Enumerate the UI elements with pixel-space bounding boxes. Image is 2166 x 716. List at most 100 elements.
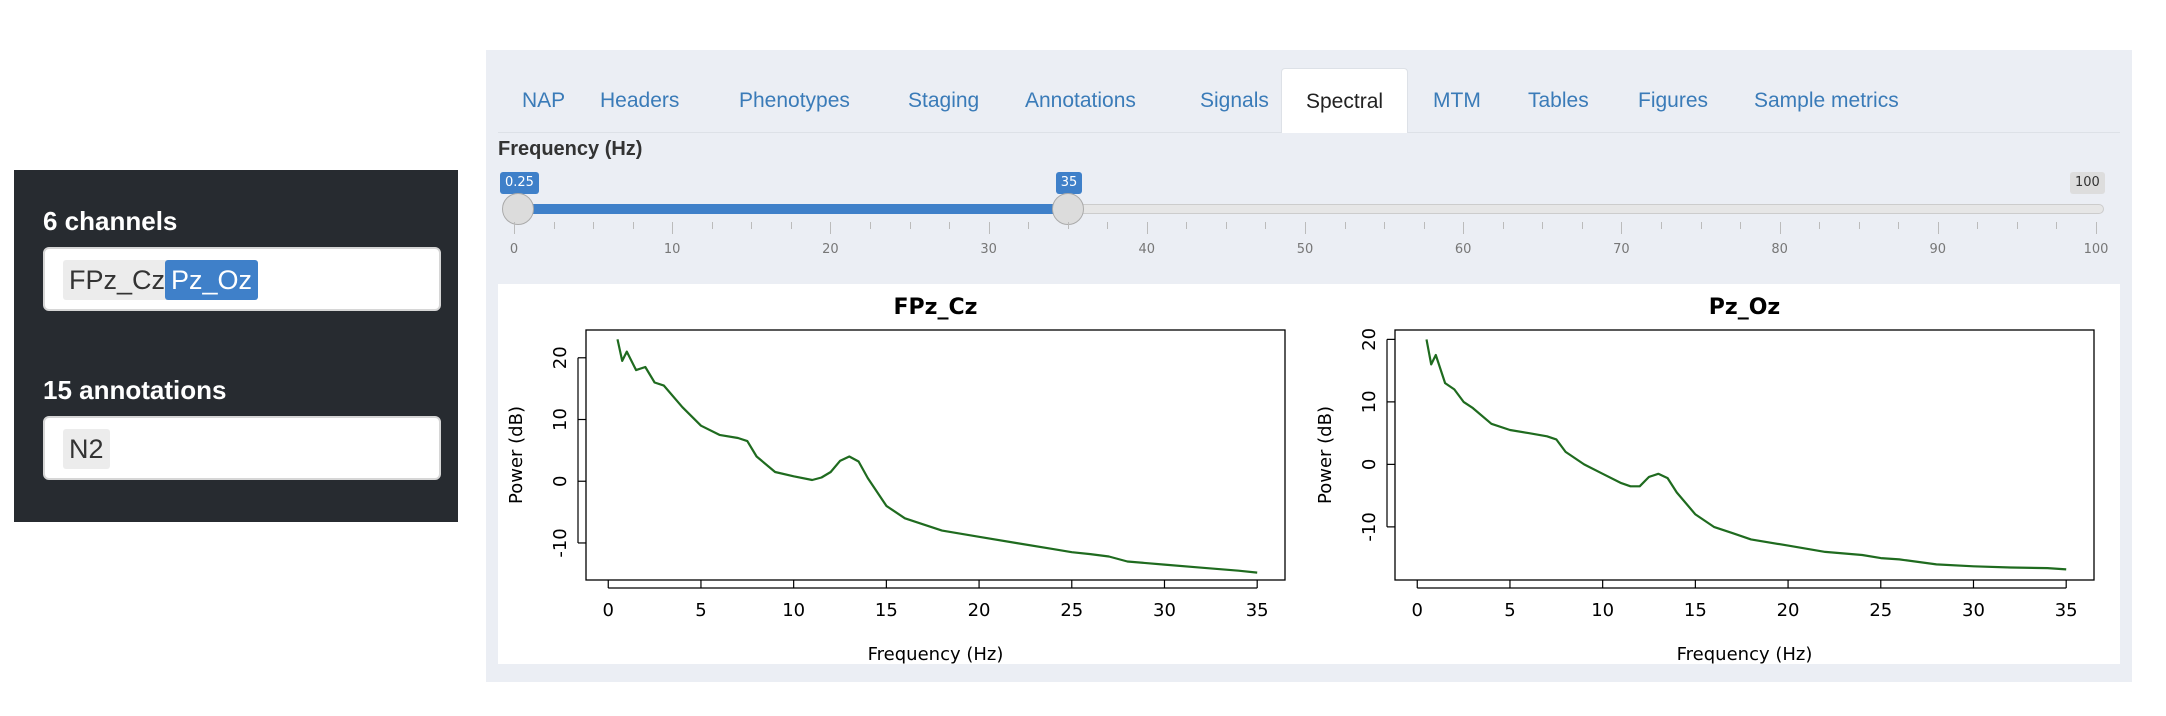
slider-major-tick — [1305, 222, 1306, 234]
slider-grid-label: 20 — [822, 242, 839, 257]
x-tick-label: 10 — [782, 600, 805, 621]
main-panel: NAP Headers Phenotypes Staging Annotatio… — [486, 50, 2132, 682]
x-tick-label: 15 — [875, 600, 898, 621]
slider-handle-from[interactable] — [501, 193, 534, 225]
tab-phenotypes[interactable]: Phenotypes — [739, 68, 850, 132]
tab-annotations[interactable]: Annotations — [1025, 68, 1136, 132]
x-tick-label: 20 — [968, 600, 991, 621]
slider-major-tick — [988, 222, 990, 234]
x-tick-label: 0 — [1412, 600, 1423, 621]
slider-minor-tick — [2016, 222, 2018, 229]
y-tick-label: 10 — [1359, 390, 1380, 413]
slider-minor-tick — [553, 222, 555, 229]
x-tick-label: 35 — [1246, 600, 1269, 621]
x-axis-label: Frequency (Hz) — [1677, 644, 1813, 664]
x-tick-label: 25 — [1869, 600, 1892, 621]
slider-range-fill — [517, 204, 1068, 214]
slider-minor-tick — [1858, 222, 1860, 229]
slider-minor-tick — [790, 222, 792, 229]
annotations-title: 15 annotations — [43, 375, 227, 405]
spectrum-line — [1425, 339, 2067, 571]
slider-grid-label: 60 — [1454, 242, 1472, 257]
tab-spectral[interactable]: Spectral — [1281, 68, 1409, 133]
x-tick-label: 0 — [603, 600, 614, 621]
chart-2: Pz_Oz 0 5 10 15 20 25 30 35 -10 0 10 20 Frequency (Hz… — [1315, 295, 2095, 665]
slider-minor-tick — [1740, 222, 1742, 229]
spectrum-line — [616, 339, 1258, 574]
tab-mtm[interactable]: MTM — [1433, 68, 1481, 132]
y-tick-label: 0 — [1359, 459, 1380, 470]
slider-max-value: 100 — [2070, 172, 2105, 194]
channel-chip-pz-oz[interactable]: Pz_Oz — [165, 260, 259, 300]
spectral-plot-area: FPz_Cz 0 5 10 15 20 25 30 35 -10 0 10 20 Frequency (H… — [498, 284, 2120, 665]
slider-from-value: 0.25 — [499, 172, 539, 194]
channel-chip-fpz-cz[interactable]: FPz_Cz — [63, 260, 172, 300]
slider-grid-label: 0 — [509, 242, 519, 257]
x-tick-label: 20 — [1777, 600, 1800, 621]
slider-grid-label: 70 — [1613, 242, 1630, 257]
slider-major-tick — [1621, 222, 1623, 234]
slider-minor-tick — [1581, 222, 1583, 229]
slider-minor-tick — [711, 222, 713, 229]
tab-tables[interactable]: Tables — [1528, 68, 1589, 132]
slider-minor-tick — [949, 222, 951, 229]
slider-minor-tick — [1819, 222, 1821, 229]
y-tick-label: 0 — [550, 476, 571, 487]
plot-frame — [1394, 329, 2095, 581]
slider-minor-tick — [1265, 222, 1267, 229]
slider-minor-tick — [1028, 222, 1030, 229]
annotation-chip-n2[interactable]: N2 — [63, 429, 110, 469]
x-tick-label: 25 — [1060, 600, 1083, 621]
slider-minor-tick — [1067, 222, 1069, 229]
slider-handle-to[interactable] — [1051, 193, 1084, 225]
slider-major-tick — [2096, 222, 2097, 234]
slider-major-tick — [1463, 222, 1465, 234]
tab-figures[interactable]: Figures — [1638, 68, 1708, 132]
slider-minor-tick — [909, 222, 911, 229]
tab-signals[interactable]: Signals — [1200, 68, 1269, 132]
x-tick-label: 15 — [1684, 600, 1707, 621]
slider-minor-tick — [751, 222, 753, 229]
plot-frame — [585, 329, 1286, 581]
x-axis-label: Frequency (Hz) — [868, 644, 1004, 664]
channel-select[interactable]: FPz_Cz Pz_Oz — [43, 247, 441, 311]
tab-staging[interactable]: Staging — [908, 68, 979, 132]
slider-to-value: 35 — [1055, 172, 1083, 194]
y-axis-label: Power (dB) — [506, 406, 527, 504]
y-axis-label: Power (dB) — [1315, 406, 1336, 504]
tab-sample-metrics[interactable]: Sample metrics — [1754, 68, 1899, 132]
y-tick-label: -10 — [550, 528, 571, 557]
x-tick-label: 5 — [1504, 600, 1515, 621]
slider-minor-tick — [1660, 222, 1662, 229]
slider-minor-tick — [1977, 222, 1979, 229]
slider-minor-tick — [1344, 222, 1346, 229]
slider-minor-tick — [2056, 222, 2058, 229]
slider-grid-label: 50 — [1296, 242, 1314, 257]
x-tick-label: 30 — [1962, 600, 1985, 621]
chart-title: FPz_Cz — [894, 295, 978, 320]
frequency-slider-label: Frequency (Hz) — [498, 138, 643, 160]
slider-minor-tick — [1542, 222, 1544, 229]
y-tick-label: 20 — [1359, 328, 1380, 351]
slider-grid-label: 90 — [1929, 242, 1947, 257]
slider-grid-label: 80 — [1771, 242, 1788, 257]
slider-grid-label: 100 — [2083, 242, 2109, 257]
chart-title: Pz_Oz — [1709, 295, 1780, 320]
slider-major-tick — [830, 222, 832, 234]
tab-nap[interactable]: NAP — [522, 68, 565, 132]
slider-major-tick — [1937, 222, 1939, 234]
x-tick-label: 35 — [2055, 600, 2078, 621]
slider-minor-tick — [1186, 222, 1188, 229]
slider-major-tick — [672, 222, 674, 234]
annotation-select[interactable]: N2 — [43, 416, 441, 480]
spectral-plots: FPz_Cz 0 5 10 15 20 25 30 35 -10 0 10 20 Frequency (H… — [506, 295, 2095, 665]
slider-minor-tick — [1384, 222, 1386, 229]
slider-major-tick — [1146, 222, 1148, 234]
tab-headers[interactable]: Headers — [600, 68, 679, 132]
slider-grid-label: 40 — [1138, 242, 1156, 257]
x-tick-label: 30 — [1153, 600, 1176, 621]
slider-minor-tick — [1225, 222, 1227, 229]
slider-major-tick — [1779, 222, 1781, 234]
slider-minor-tick — [1700, 222, 1702, 229]
y-tick-label: 20 — [550, 346, 571, 369]
